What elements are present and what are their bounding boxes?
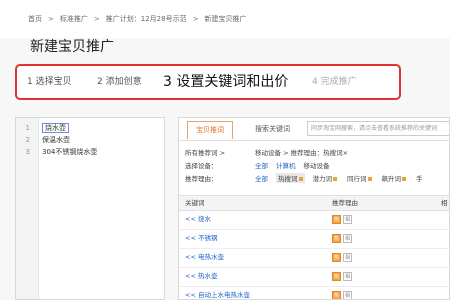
- keyword-text[interactable]: 304不锈钢烧水壶: [42, 148, 97, 156]
- line-number: 2: [25, 136, 30, 144]
- reason-option-all[interactable]: 全部: [255, 175, 268, 183]
- reason-option-potential[interactable]: 潜力词: [311, 173, 340, 183]
- page-title: 新建宝贝推广: [30, 39, 114, 55]
- reason-badges: 热 相: [332, 215, 352, 224]
- device-option-computer[interactable]: 计算机: [276, 162, 296, 170]
- step-set-keywords: 3 设置关键词和出价: [163, 74, 289, 90]
- tab-bar: 宝贝推词 搜索关键词 同步淘宝网搜索，请点击查看系统推荐的关键词: [179, 118, 449, 141]
- reason-option-label: 飙升词: [381, 175, 402, 183]
- chevron-right-icon: >: [93, 15, 100, 23]
- recommendation-panel: 宝贝推词 搜索关键词 同步淘宝网搜索，请点击查看系统推荐的关键词 所有推荐词 >…: [178, 117, 450, 300]
- keyword-text[interactable]: 烧水壶: [42, 123, 69, 133]
- relevance-badge-icon: 相: [343, 291, 352, 299]
- reason-badges: 热 相: [332, 291, 352, 299]
- filter-row-reason: 推荐理由： 全部 热搜词 潜力词 同行词 飙升词 手: [185, 173, 431, 183]
- table-row: << 热水壶 热 相: [179, 267, 449, 287]
- keyword-text[interactable]: 保温水壶: [42, 136, 70, 144]
- column-keyword: 关键词: [185, 199, 205, 207]
- hot-badge-icon: 热: [332, 253, 341, 262]
- table-row: << 自动上水电热水壶 热 相: [179, 286, 449, 299]
- keyword-editor[interactable]: 1 烧水壶 2 保温水壶 3 304不锈钢烧水壶: [15, 117, 165, 300]
- all-recommend-link[interactable]: 所有推荐词 >: [185, 147, 255, 157]
- hot-marker-icon: [298, 177, 303, 181]
- hot-badge-icon: 热: [332, 234, 341, 243]
- keyword-line[interactable]: 3 304不锈钢烧水壶: [16, 146, 98, 158]
- reason-option-label: 潜力词: [312, 175, 333, 183]
- add-keyword-link[interactable]: << 自动上水电热水壶: [185, 286, 250, 299]
- step-finish: 4 完成推广: [312, 77, 357, 87]
- reason-option-more[interactable]: 手: [414, 173, 425, 183]
- table-row: << 不锈钢 热 相: [179, 229, 449, 249]
- chevron-right-icon: >: [192, 15, 199, 23]
- device-option-all[interactable]: 全部: [255, 162, 268, 170]
- hot-badge-icon: 热: [332, 272, 341, 281]
- filter-row-device: 选择设备： 全部 计算机 移动设备: [185, 160, 338, 170]
- device-path: 移动设备 > 推荐理由：热搜词×: [255, 149, 349, 157]
- reason-label: 推荐理由：: [185, 175, 218, 183]
- tab-search-keywords[interactable]: 搜索关键词: [247, 121, 298, 138]
- column-relevance: 相: [441, 199, 448, 207]
- peer-marker-icon: [367, 177, 372, 181]
- filter-row-path: 所有推荐词 > 移动设备 > 推荐理由：热搜词×: [185, 147, 348, 157]
- progress-steps: 1 选择宝贝 2 添加创意 3 设置关键词和出价 4 完成推广: [15, 64, 401, 100]
- breadcrumb-home[interactable]: 首页: [28, 14, 42, 24]
- hot-badge-icon: 热: [332, 291, 341, 299]
- rising-marker-icon: [402, 177, 406, 181]
- relevance-badge-icon: 相: [343, 215, 352, 224]
- reason-option-hot[interactable]: 热搜词: [276, 173, 305, 183]
- table-row: << 电热水壶 热 相: [179, 248, 449, 268]
- reason-option-label: 同行词: [347, 175, 367, 183]
- add-keyword-link[interactable]: << 烧水: [185, 210, 211, 229]
- top-bar: 首页 > 标准推广 > 推广计划：12月28号示范 > 新建宝贝推广 新建宝贝推…: [0, 0, 450, 55]
- breadcrumb: 首页 > 标准推广 > 推广计划：12月28号示范 > 新建宝贝推广: [28, 14, 246, 24]
- breadcrumb-item[interactable]: 推广计划：12月28号示范: [106, 14, 187, 24]
- device-label: 选择设备：: [185, 162, 218, 170]
- keyword-line[interactable]: 1 烧水壶: [16, 122, 69, 134]
- add-keyword-link[interactable]: << 热水壶: [185, 267, 217, 286]
- line-number: 3: [25, 148, 30, 156]
- keyword-line[interactable]: 2 保温水壶: [16, 134, 70, 146]
- reason-badges: 热 相: [332, 234, 352, 243]
- reason-option-rising[interactable]: 飙升词: [380, 173, 409, 183]
- reason-option-label: 手: [416, 175, 423, 183]
- relevance-badge-icon: 相: [343, 253, 352, 262]
- search-input[interactable]: 同步淘宝网搜索，请点击查看系统推荐的关键词: [307, 121, 449, 136]
- line-number: 1: [25, 124, 30, 132]
- relevance-badge-icon: 相: [343, 234, 352, 243]
- breadcrumb-item[interactable]: 标准推广: [60, 14, 88, 24]
- potential-marker-icon: [333, 177, 337, 181]
- reason-option-peer[interactable]: 同行词: [345, 173, 374, 183]
- device-option-mobile[interactable]: 移动设备: [304, 162, 330, 170]
- reason-option-label: 热搜词: [278, 175, 298, 183]
- step-select-item: 1 选择宝贝: [27, 77, 72, 87]
- table-header: 关键词 推荐理由 相: [179, 195, 449, 211]
- step-add-creative: 2 添加创意: [97, 77, 142, 87]
- add-keyword-link[interactable]: << 不锈钢: [185, 229, 217, 248]
- chevron-right-icon: >: [48, 15, 54, 23]
- reason-badges: 热 相: [332, 253, 352, 262]
- relevance-badge-icon: 相: [343, 272, 352, 281]
- column-reason: 推荐理由: [332, 199, 358, 207]
- add-keyword-link[interactable]: << 电热水壶: [185, 248, 224, 267]
- breadcrumb-current: 新建宝贝推广: [204, 15, 247, 23]
- reason-badges: 热 相: [332, 272, 352, 281]
- table-row: << 烧水 热 相: [179, 210, 449, 230]
- tab-item-keywords[interactable]: 宝贝推词: [187, 121, 233, 139]
- hot-badge-icon: 热: [332, 215, 341, 224]
